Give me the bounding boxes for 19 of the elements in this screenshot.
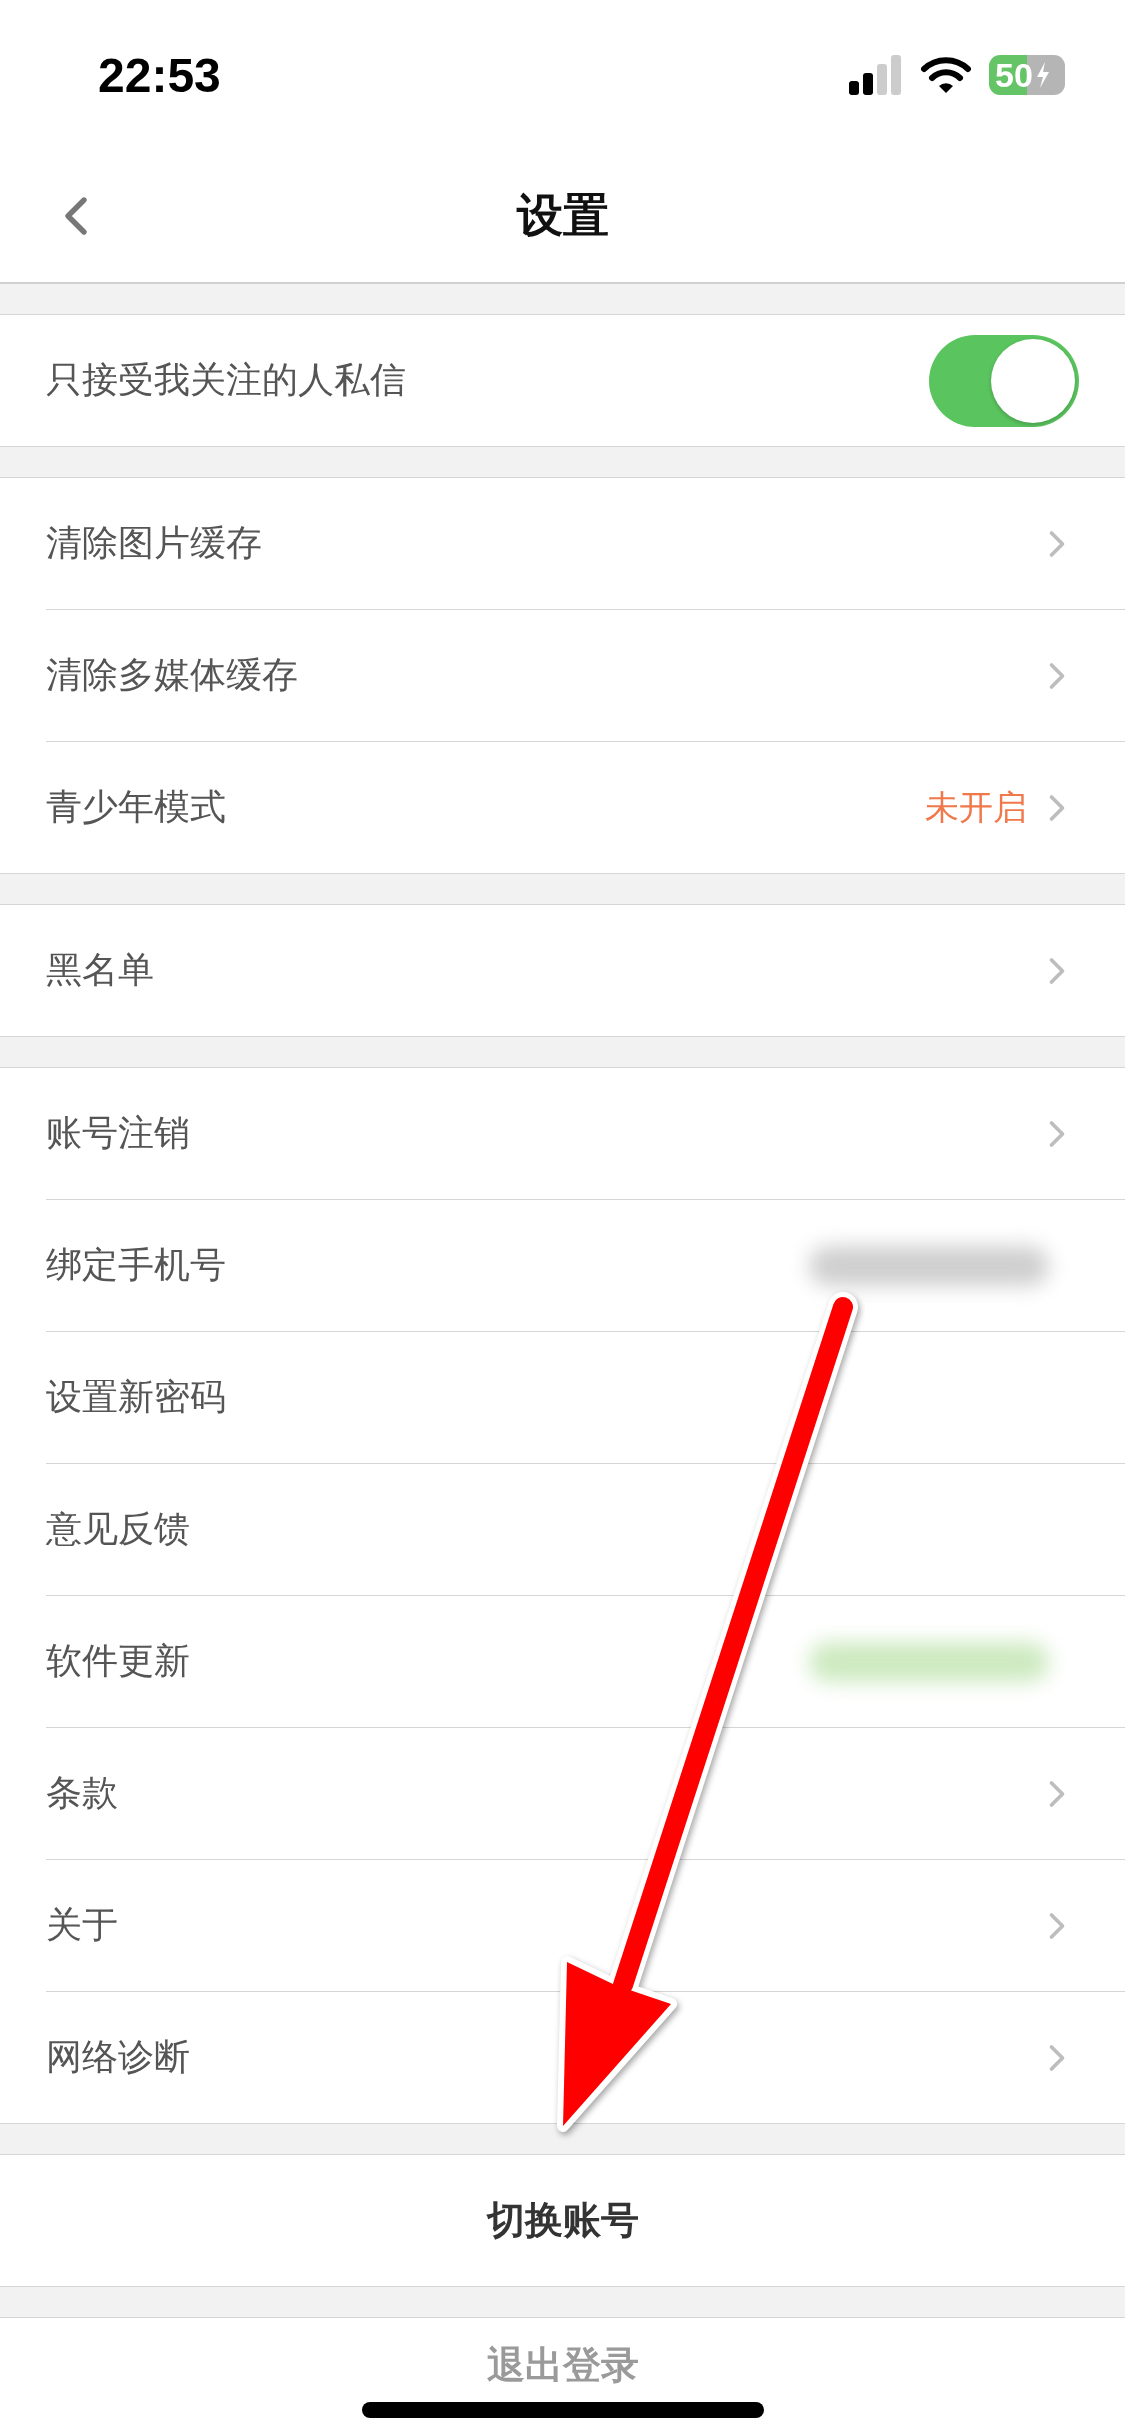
status-time: 22:53 bbox=[98, 47, 221, 103]
setting-label: 关于 bbox=[46, 1903, 119, 1947]
setting-label: 意见反馈 bbox=[46, 1507, 191, 1551]
setting-label: 清除图片缓存 bbox=[46, 521, 263, 565]
setting-label: 条款 bbox=[46, 1771, 119, 1815]
wifi-icon bbox=[921, 56, 971, 94]
page-title: 设置 bbox=[516, 187, 609, 244]
signal-icon bbox=[849, 55, 903, 95]
setting-label: 黑名单 bbox=[46, 948, 155, 992]
setting-label: 网络诊断 bbox=[46, 2035, 191, 2079]
setting-label: 软件更新 bbox=[46, 1639, 191, 1683]
setting-label: 青少年模式 bbox=[46, 785, 227, 829]
setting-label: 绑定手机号 bbox=[46, 1243, 227, 1287]
setting-label: 只接受我关注的人私信 bbox=[46, 358, 407, 402]
status-value: 未开启 bbox=[925, 785, 1027, 829]
setting-label: 账号注销 bbox=[46, 1111, 191, 1155]
setting-label: 设置新密码 bbox=[46, 1375, 227, 1419]
setting-label: 清除多媒体缓存 bbox=[46, 653, 299, 697]
battery-icon: 50 bbox=[989, 55, 1065, 95]
